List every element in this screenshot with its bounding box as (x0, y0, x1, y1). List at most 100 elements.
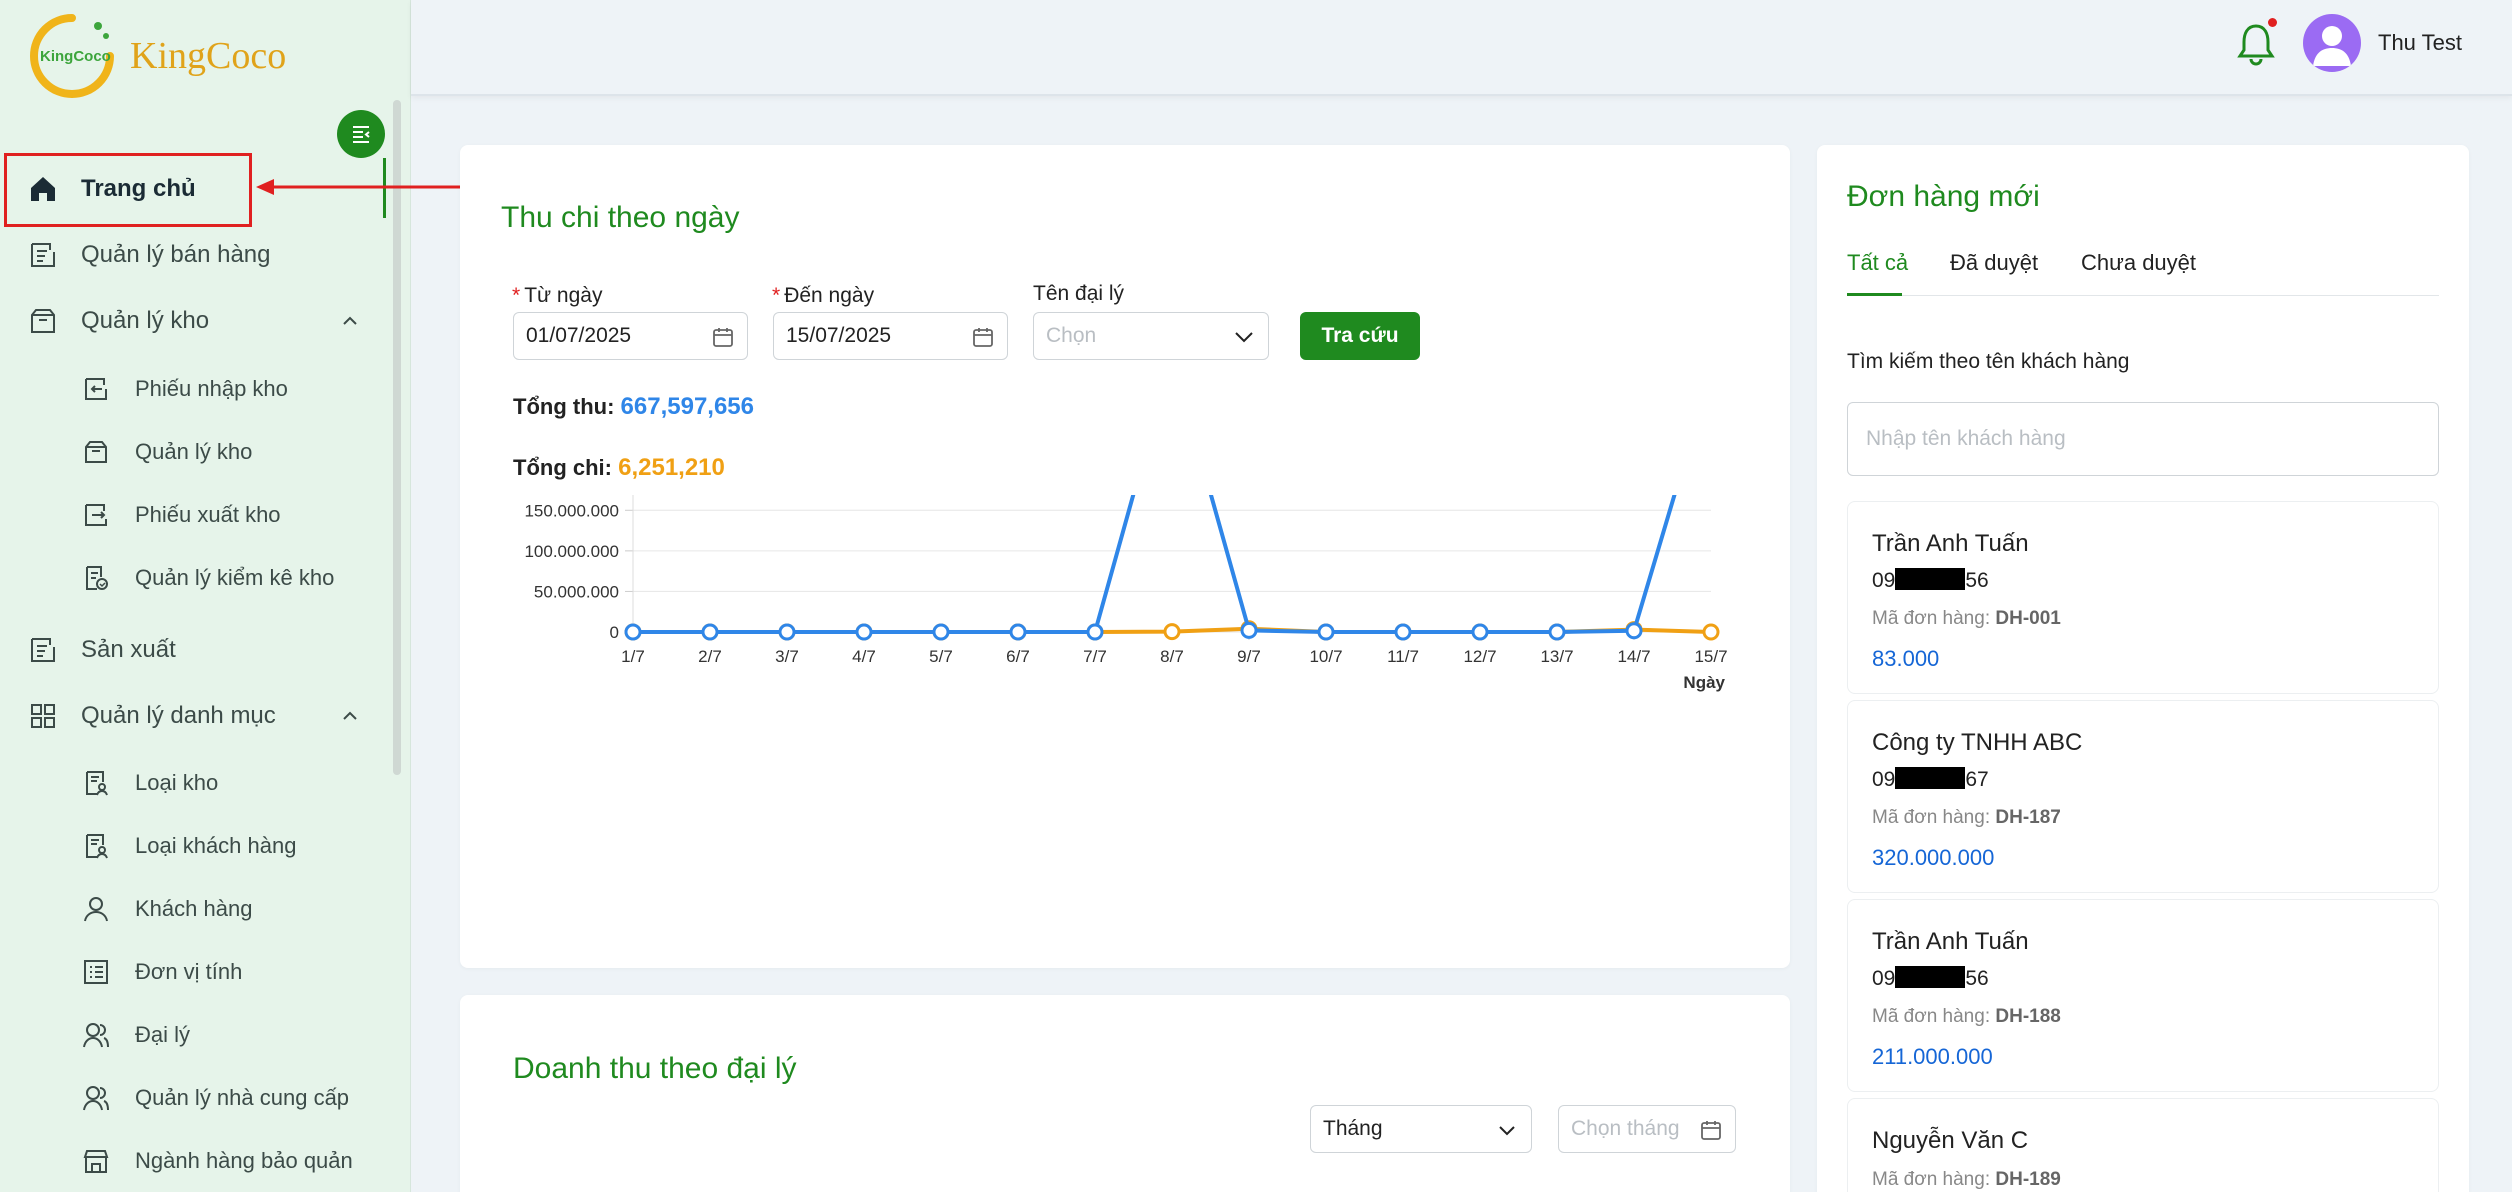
sidebar-item-storage-category[interactable]: Ngành hàng bảo quản (0, 1133, 385, 1189)
x-tick-label: 12/7 (1463, 647, 1496, 666)
x-tick-label: 3/7 (775, 647, 799, 666)
tab-approved[interactable]: Đã duyệt (1950, 250, 2038, 276)
sidebar-item-inventory-check[interactable]: Quản lý kiểm kê kho (0, 550, 385, 606)
to-date-input[interactable]: 15/07/2025 (773, 312, 1008, 360)
sidebar-item-customers[interactable]: Khách hàng (0, 881, 385, 937)
order-card[interactable]: Trần Anh Tuấn 09 56 Mã đơn hàng: DH-001 8… (1847, 501, 2439, 694)
sidebar-item-import-slip[interactable]: Phiếu nhập kho (0, 361, 385, 417)
sidebar-item-units[interactable]: Đơn vị tính (0, 944, 385, 1000)
user-avatar-icon (2313, 26, 2351, 66)
x-tick-label: 9/7 (1237, 647, 1261, 666)
sidebar-item-label: Loại khách hàng (135, 833, 297, 858)
sidebar-item-label: Loại kho (135, 770, 219, 795)
grid-icon (28, 701, 58, 731)
x-tick-label: 8/7 (1160, 647, 1184, 666)
x-tick-label: 6/7 (1006, 647, 1030, 666)
x-tick-label: 1/7 (621, 647, 645, 666)
order-phone: 09 56 (1872, 966, 1989, 990)
sidebar-item-warehouse-manage[interactable]: Quản lý kho (0, 424, 385, 480)
data-point (1625, 622, 1643, 640)
sidebar-item-label: Phiếu xuất kho (135, 502, 281, 527)
order-code: Mã đơn hàng: DH-187 (1872, 807, 2061, 828)
x-tick-label: 14/7 (1617, 647, 1650, 666)
active-tab-indicator (1847, 293, 1902, 296)
agent-select[interactable]: Chọn (1033, 312, 1269, 360)
data-point (855, 623, 873, 641)
order-customer-name: Công ty TNHH ABC (1872, 729, 2083, 756)
total-income: Tổng thu: 667,597,656 (513, 393, 754, 420)
x-tick-label: 11/7 (1387, 647, 1419, 666)
user-name[interactable]: Thu Test (2378, 30, 2462, 56)
from-date-input[interactable]: 01/07/2025 (513, 312, 748, 360)
sidebar-item-export-slip[interactable]: Phiếu xuất kho (0, 487, 385, 543)
data-point (701, 623, 719, 641)
from-date-label: * Từ ngày (512, 284, 603, 307)
to-date-label: * Đến ngày (772, 284, 875, 307)
order-card[interactable]: Công ty TNHH ABC 09 67 Mã đơn hàng: DH-18… (1847, 700, 2439, 893)
sidebar-scrollbar[interactable] (393, 100, 401, 775)
period-select[interactable]: Tháng (1310, 1105, 1532, 1153)
export-icon (82, 501, 110, 529)
order-card[interactable]: Trần Anh Tuấn 09 56 Mã đơn hàng: DH-188 2… (1847, 899, 2439, 1092)
x-tick-label: 13/7 (1540, 647, 1573, 666)
sidebar-item-label: Quản lý kho (135, 439, 253, 464)
sidebar-item-label: Quản lý kho (81, 307, 210, 334)
customer-search-input[interactable]: Nhập tên khách hàng (1847, 402, 2439, 476)
search-button[interactable]: Tra cứu (1300, 312, 1420, 360)
data-point (624, 623, 642, 641)
sidebar-item-customer-type[interactable]: Loại khách hàng (0, 818, 385, 874)
user-icon (82, 895, 110, 923)
sidebar-item-warehouse-type[interactable]: Loại kho (0, 755, 385, 811)
month-picker[interactable]: Chọn tháng (1558, 1105, 1736, 1153)
bell-icon[interactable] (2236, 20, 2276, 66)
order-phone: 09 56 (1872, 568, 1989, 592)
daily-income-expense-card: Thu chi theo ngày * Từ ngày 01/07/2025 * Đ… (460, 145, 1790, 968)
agent-revenue-card: Doanh thu theo đại lý Tháng Chọn tháng (460, 995, 1790, 1192)
order-amount: 320.000.000 (1872, 845, 1995, 870)
order-card[interactable]: Nguyễn Văn C Mã đơn hàng: DH-189 (1847, 1098, 2439, 1192)
card-title: Thu chi theo ngày (501, 201, 740, 234)
sidebar-item-production[interactable]: Sản xuất (0, 621, 385, 679)
total-expense-value: 6,251,210 (618, 454, 725, 481)
users-icon (82, 1021, 110, 1049)
sidebar-item-sales[interactable]: Quản lý bán hàng (0, 226, 385, 284)
tab-pending[interactable]: Chưa duyệt (2081, 250, 2196, 276)
sidebar-item-label: Quản lý kiểm kê kho (135, 565, 335, 590)
chevron-up-icon[interactable] (340, 311, 360, 331)
calendar-icon (973, 328, 993, 347)
sidebar-item-label: Sản xuất (81, 636, 176, 663)
order-code: Mã đơn hàng: DH-188 (1872, 1006, 2061, 1027)
agent-label: Tên đại lý (1033, 282, 1125, 305)
data-point (1086, 623, 1104, 641)
order-customer-name: Nguyễn Văn C (1872, 1127, 2029, 1154)
line-chart: Số tiền (VND)350.000.000300.000.000250.0… (524, 495, 1728, 692)
highlight-annotation (4, 153, 252, 227)
collapse-sidebar-button[interactable] (337, 110, 385, 158)
x-axis-label: Ngày (1683, 673, 1725, 692)
series-line (633, 495, 1677, 634)
total-income-value: 667,597,656 (620, 393, 754, 420)
notification-badge (2268, 18, 2277, 27)
chevron-down-icon (1235, 332, 1253, 343)
list-icon (82, 958, 110, 986)
sidebar-item-label: Ngành hàng bảo quản (135, 1148, 353, 1173)
tab-all[interactable]: Tất cả (1847, 250, 1908, 276)
avatar[interactable] (2303, 14, 2361, 72)
order-code: Mã đơn hàng: DH-001 (1872, 608, 2061, 629)
data-point (1548, 623, 1566, 641)
data-point (1471, 623, 1489, 641)
x-tick-label: 7/7 (1083, 647, 1107, 666)
logo[interactable]: KingCoco KingCoco (28, 12, 286, 100)
x-tick-label: 4/7 (852, 647, 876, 666)
chevron-up-icon[interactable] (340, 706, 360, 726)
sidebar-item-label: Phiếu nhập kho (135, 376, 288, 401)
sidebar-item-suppliers[interactable]: Quản lý nhà cung cấp (0, 1070, 385, 1126)
sidebar-item-catalog[interactable]: Quản lý danh mục (0, 687, 385, 745)
sidebar-item-agents[interactable]: Đại lý (0, 1007, 385, 1063)
y-tick-label: 100.000.000 (524, 542, 619, 561)
sidebar-item-warehouse[interactable]: Quản lý kho (0, 292, 385, 350)
data-point (1317, 623, 1335, 641)
order-phone: 09 67 (1872, 767, 1989, 791)
y-tick-label: 50.000.000 (534, 582, 619, 601)
orders-title: Đơn hàng mới (1847, 180, 2040, 213)
